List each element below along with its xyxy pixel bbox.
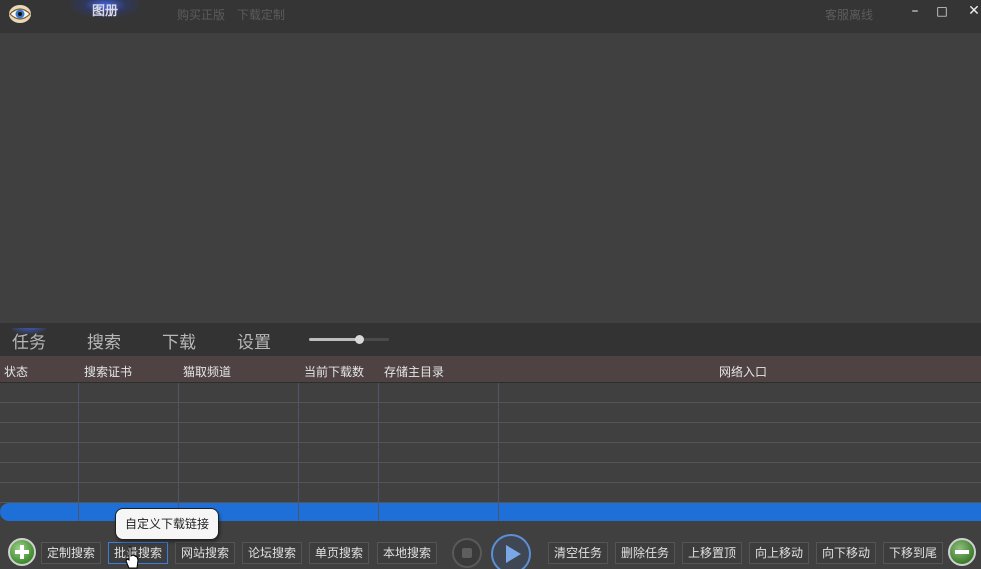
move-to-top-button[interactable]: 上移置顶 xyxy=(682,542,743,564)
tab-settings[interactable]: 设置 xyxy=(237,328,271,353)
tab-download[interactable]: 下载 xyxy=(162,328,196,353)
add-task-icon[interactable] xyxy=(8,538,36,566)
column-divider xyxy=(378,383,379,521)
zoom-slider-handle[interactable] xyxy=(354,335,364,344)
column-divider xyxy=(498,383,499,521)
maximize-button[interactable]: □ xyxy=(931,2,953,22)
website-search-button[interactable]: 网站搜索 xyxy=(175,542,236,564)
table-row[interactable] xyxy=(0,423,981,443)
column-status[interactable]: 状态 xyxy=(4,363,28,380)
stop-icon[interactable] xyxy=(452,538,482,568)
title-bar: 图册 购买正版 下载定制 客服离线 – □ ✕ xyxy=(0,0,981,33)
local-search-button[interactable]: 本地搜索 xyxy=(377,542,438,564)
tab-tasks[interactable]: 任务 xyxy=(12,328,46,353)
column-current-downloads[interactable]: 当前下载数 xyxy=(304,363,364,380)
task-table-header: 状态 搜索证书 猫取频道 当前下载数 存储主目录 网络入口 xyxy=(0,356,981,383)
single-page-search-button[interactable]: 单页搜索 xyxy=(309,542,370,564)
custom-search-button[interactable]: 定制搜索 xyxy=(41,542,102,564)
eye-logo-icon[interactable] xyxy=(8,3,32,25)
hand-cursor-icon xyxy=(125,546,139,569)
zoom-slider[interactable] xyxy=(309,335,389,344)
table-row[interactable] xyxy=(0,383,981,403)
buy-license-link[interactable]: 购买正版 xyxy=(177,6,225,23)
column-channel[interactable]: 猫取频道 xyxy=(183,363,231,380)
column-storage-dir[interactable]: 存储主目录 xyxy=(384,363,444,380)
column-divider xyxy=(298,383,299,521)
zoom-slider-fill xyxy=(309,338,359,341)
table-row[interactable] xyxy=(0,463,981,483)
tab-search[interactable]: 搜索 xyxy=(87,328,121,353)
forum-search-button[interactable]: 论坛搜索 xyxy=(242,542,303,564)
customer-service-status[interactable]: 客服离线 xyxy=(825,6,873,23)
table-row[interactable] xyxy=(0,483,981,503)
minimize-button[interactable]: – xyxy=(904,2,926,22)
clear-tasks-button[interactable]: 清空任务 xyxy=(548,542,609,564)
play-icon[interactable] xyxy=(491,534,531,569)
table-row[interactable] xyxy=(0,443,981,463)
custom-download-link[interactable]: 下载定制 xyxy=(237,6,285,23)
table-row[interactable] xyxy=(0,403,981,423)
delete-task-button[interactable]: 删除任务 xyxy=(615,542,676,564)
tooltip: 自定义下载链接 xyxy=(115,508,220,540)
column-divider xyxy=(78,383,79,521)
move-to-bottom-button[interactable]: 下移到尾 xyxy=(883,542,944,564)
preview-area xyxy=(0,33,981,323)
tab-bar: 任务 搜索 下载 设置 xyxy=(0,323,981,356)
move-up-button[interactable]: 向上移动 xyxy=(749,542,810,564)
tab-album[interactable]: 图册 xyxy=(70,0,140,26)
remove-task-icon[interactable] xyxy=(948,538,976,566)
move-down-button[interactable]: 向下移动 xyxy=(816,542,877,564)
column-divider xyxy=(178,383,179,521)
column-network-entry[interactable]: 网络入口 xyxy=(719,363,767,380)
column-search-cert[interactable]: 搜索证书 xyxy=(84,363,132,380)
task-table xyxy=(0,383,981,521)
close-button[interactable]: ✕ xyxy=(963,2,981,22)
